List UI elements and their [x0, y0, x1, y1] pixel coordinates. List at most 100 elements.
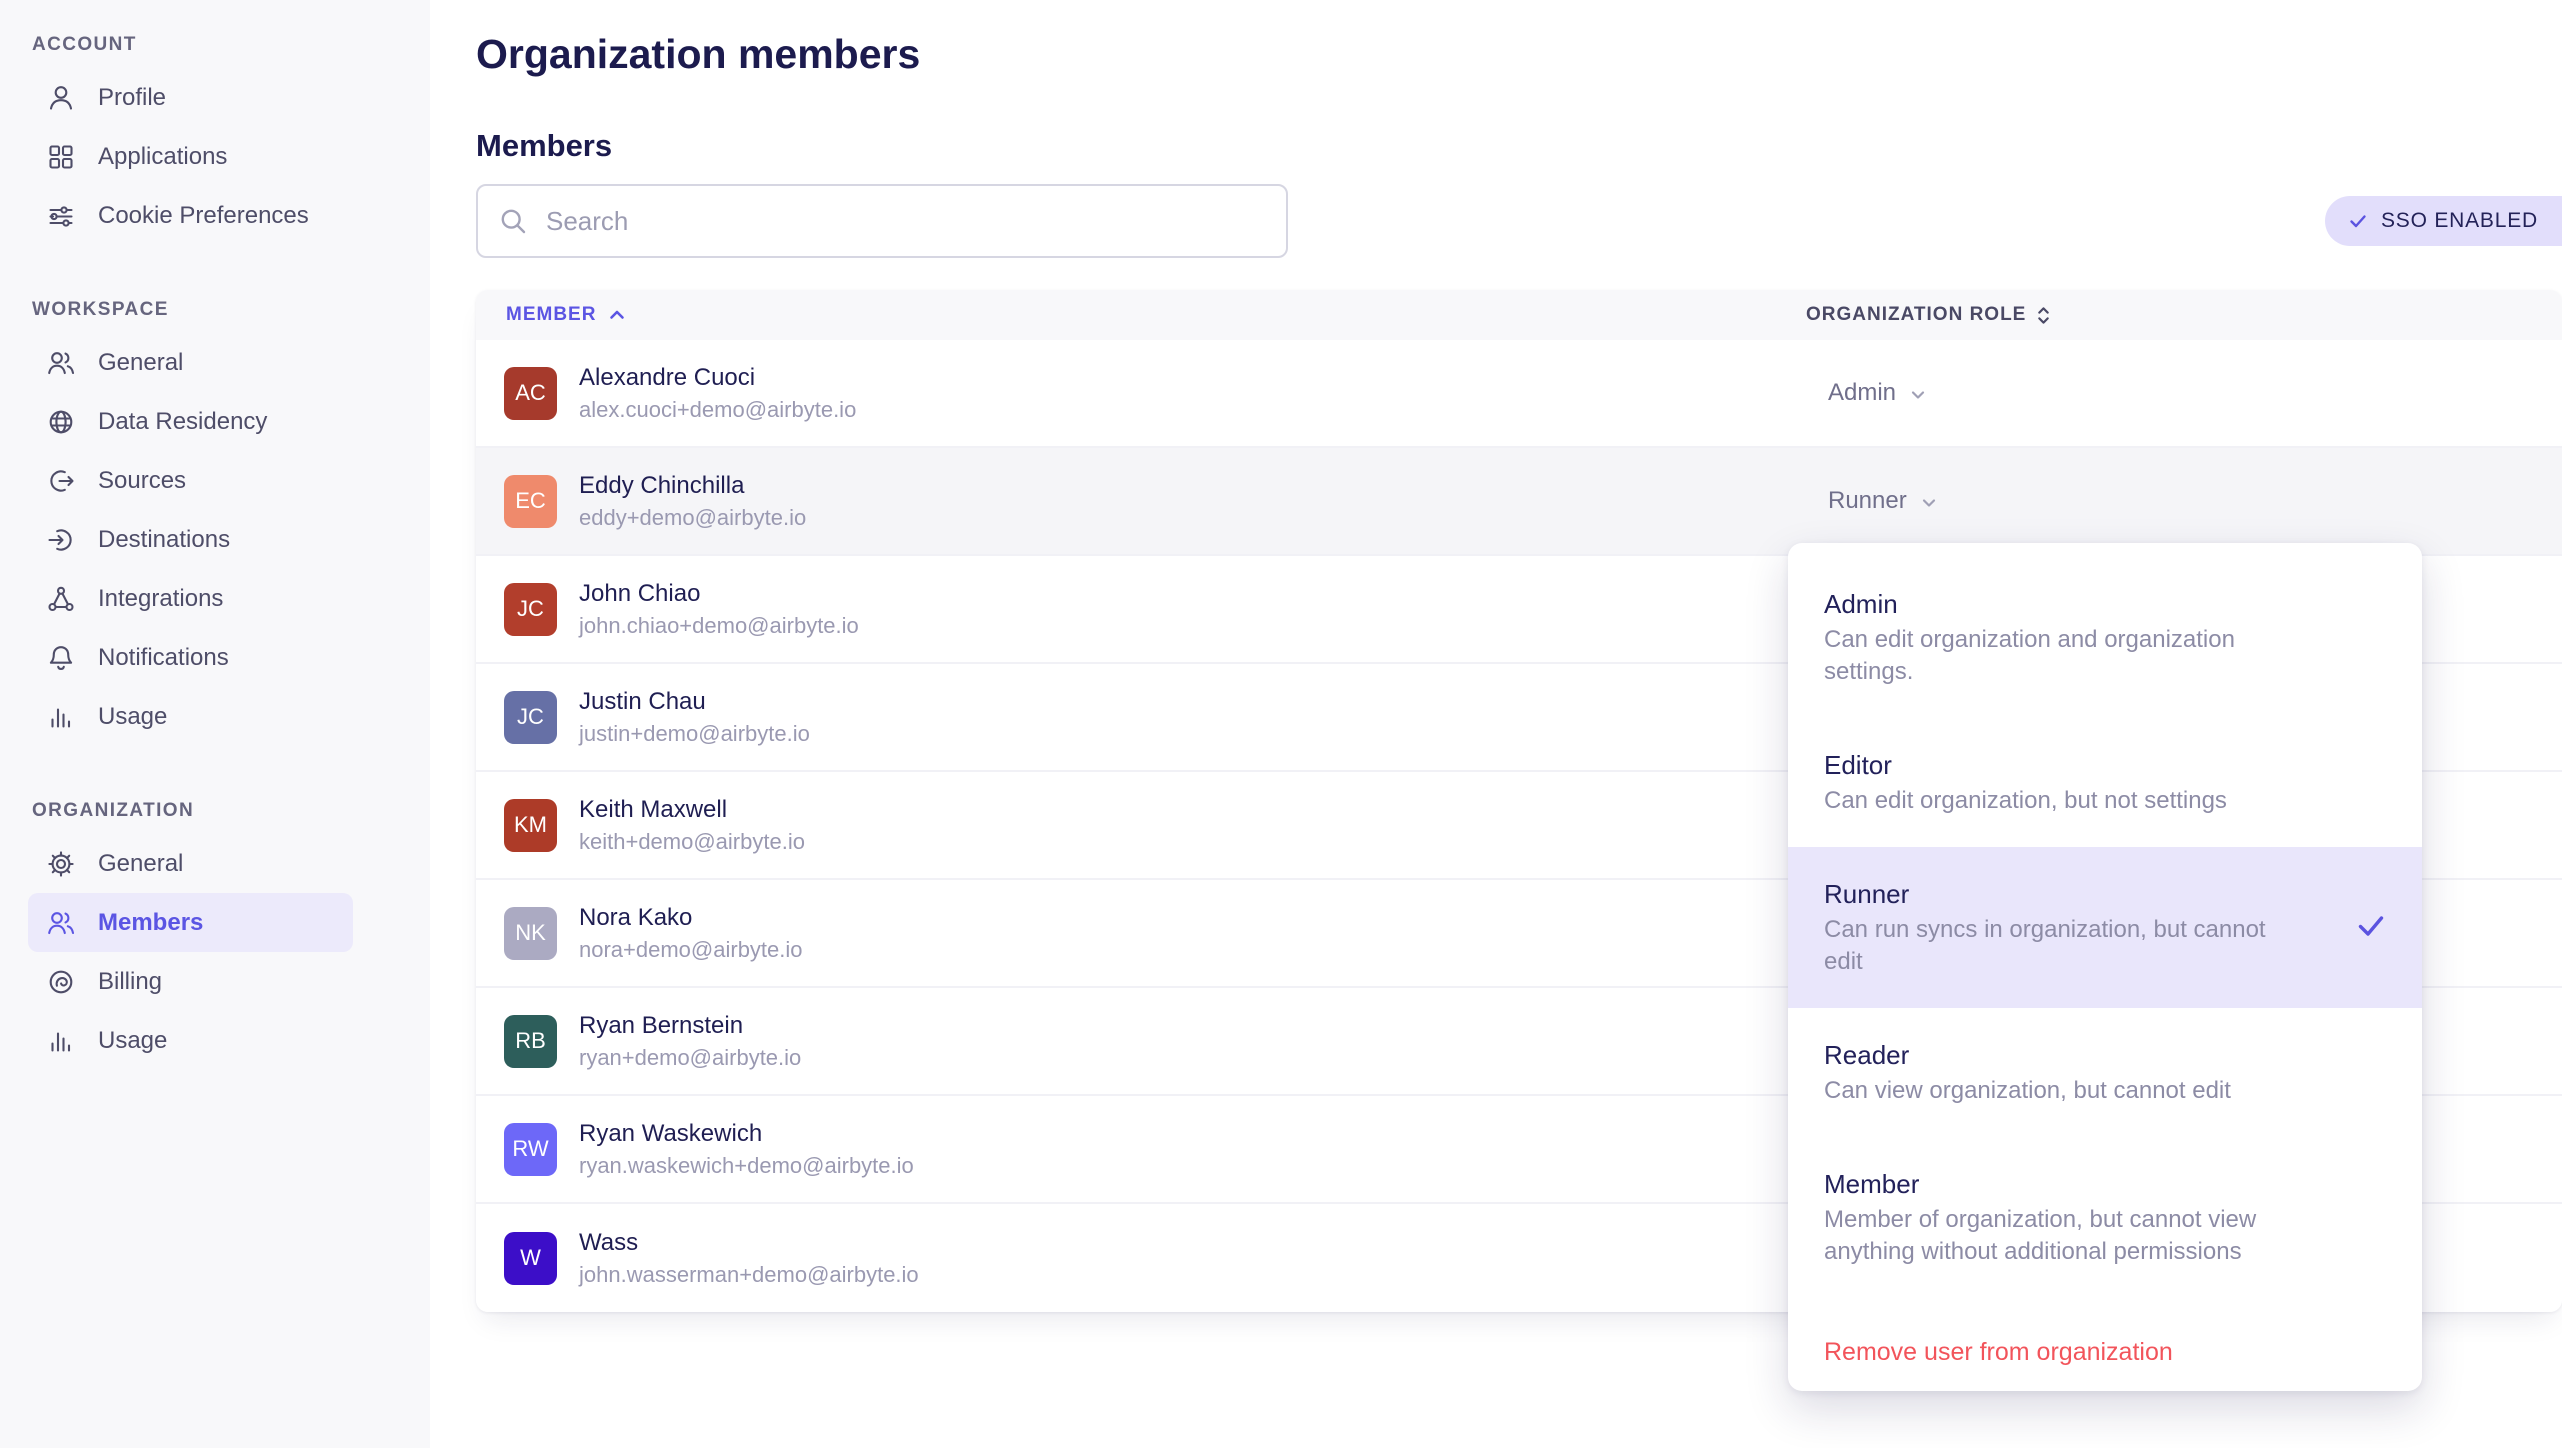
avatar: KM — [504, 799, 557, 852]
member-name: Alexandre Cuoci — [579, 363, 856, 393]
sidebar-item-members[interactable]: Members — [28, 893, 353, 952]
member-cell: RW Ryan Waskewich ryan.waskewich+demo@airb… — [476, 1119, 1806, 1179]
sidebar-section-label-workspace: WORKSPACE — [28, 299, 353, 321]
role-option-description: Can edit organization, but not settings — [1824, 785, 2269, 817]
role-option-editor[interactable]: EditorCan edit organization, but not set… — [1788, 718, 2422, 847]
member-cell: KMKeith Maxwellkeith+demo@airbyte.io — [476, 795, 1806, 855]
role-option-title: Member — [1824, 1167, 2386, 1201]
role-option-title: Admin — [1824, 587, 2386, 621]
user-icon — [46, 83, 76, 113]
member-email: eddy+demo@airbyte.io — [579, 505, 806, 531]
sidebar-item-label: Usage — [98, 1027, 167, 1055]
role-option-admin[interactable]: AdminCan edit organization and organizat… — [1788, 557, 2422, 718]
sidebar-item-label: Profile — [98, 84, 166, 112]
sidebar-section-label-account: ACCOUNT — [28, 34, 353, 56]
sidebar-item-cookie-preferences[interactable]: Cookie Preferences — [28, 186, 353, 245]
chevron-down-icon — [1908, 382, 1928, 405]
bell-icon — [46, 643, 76, 673]
billing-icon — [46, 967, 76, 997]
member-name: Keith Maxwell — [579, 795, 805, 825]
chart-icon — [46, 1026, 76, 1056]
role-option-runner[interactable]: RunnerCan run syncs in organization, but… — [1788, 847, 2422, 1008]
role-select-eddy-chinchilla[interactable]: Runner — [1806, 487, 1939, 515]
sidebar-item-sources[interactable]: Sources — [28, 451, 353, 510]
sidebar-item-profile[interactable]: Profile — [28, 68, 353, 127]
avatar: JC — [504, 691, 557, 744]
sidebar-item-integrations[interactable]: Integrations — [28, 569, 353, 628]
member-name: Eddy Chinchilla — [579, 471, 806, 501]
sso-enabled-badge: SSO ENABLED — [2325, 196, 2562, 246]
avatar: JC — [504, 583, 557, 636]
sidebar-item-label: Applications — [98, 143, 227, 171]
page-title: Organization members — [476, 28, 2562, 80]
member-name: John Chiao — [579, 579, 859, 609]
role-option-reader[interactable]: ReaderCan view organization, but cannot … — [1788, 1008, 2422, 1137]
search-box — [476, 184, 1288, 258]
member-email: alex.cuoci+demo@airbyte.io — [579, 397, 856, 423]
member-email: justin+demo@airbyte.io — [579, 721, 810, 747]
role-cell: Admin — [1806, 379, 2562, 407]
avatar: RB — [504, 1015, 557, 1068]
sso-badge-label: SSO ENABLED — [2381, 209, 2538, 233]
role-column-label: ORGANIZATION ROLE — [1806, 304, 2026, 326]
sidebar-item-notifications[interactable]: Notifications — [28, 628, 353, 687]
search-input[interactable] — [544, 205, 1266, 238]
users-icon — [46, 908, 76, 938]
role-option-description: Can view organization, but cannot edit — [1824, 1075, 2269, 1107]
avatar: EC — [504, 475, 557, 528]
sidebar-item-label: Cookie Preferences — [98, 202, 309, 230]
destination-icon — [46, 525, 76, 555]
gear-icon — [46, 849, 76, 879]
member-name: Ryan Waskewich — [579, 1119, 914, 1149]
column-header-organization-role[interactable]: ORGANIZATION ROLE — [1806, 304, 2562, 327]
members-heading: Members — [476, 128, 2562, 164]
sidebar-item-general[interactable]: General — [28, 834, 353, 893]
avatar: NK — [504, 907, 557, 960]
member-name: Justin Chau — [579, 687, 810, 717]
sidebar-item-applications[interactable]: Applications — [28, 127, 353, 186]
sidebar-item-usage[interactable]: Usage — [28, 687, 353, 746]
remove-user-button[interactable]: Remove user from organization — [1788, 1328, 2422, 1375]
member-email: ryan.waskewich+demo@airbyte.io — [579, 1153, 914, 1179]
sidebar-item-destinations[interactable]: Destinations — [28, 510, 353, 569]
role-value: Admin — [1828, 379, 1896, 407]
role-option-description: Can edit organization and organization s… — [1824, 624, 2269, 688]
users-icon — [46, 348, 76, 378]
sidebar-item-billing[interactable]: Billing — [28, 952, 353, 1011]
sidebar-item-usage[interactable]: Usage — [28, 1011, 353, 1070]
role-value: Runner — [1828, 487, 1907, 515]
globe-icon — [46, 407, 76, 437]
member-cell: WWassjohn.wasserman+demo@airbyte.io — [476, 1228, 1806, 1288]
member-name: Ryan Bernstein — [579, 1011, 801, 1041]
column-header-member[interactable]: MEMBER — [476, 304, 1806, 326]
sidebar-item-label: Integrations — [98, 585, 223, 613]
chart-icon — [46, 702, 76, 732]
integrations-icon — [46, 584, 76, 614]
sidebar-item-general[interactable]: General — [28, 333, 353, 392]
avatar: RW — [504, 1123, 557, 1176]
sidebar-item-label: Billing — [98, 968, 162, 996]
role-option-description: Member of organization, but cannot view … — [1824, 1204, 2269, 1268]
role-select-alexandre-cuoci[interactable]: Admin — [1806, 379, 1928, 407]
sort-icon — [2034, 304, 2053, 327]
sliders-icon — [46, 201, 76, 231]
sidebar-item-label: Notifications — [98, 644, 229, 672]
member-cell: RBRyan Bernsteinryan+demo@airbyte.io — [476, 1011, 1806, 1071]
sidebar-item-label: Members — [98, 909, 203, 937]
sort-ascending-icon — [606, 304, 628, 326]
member-email: john.wasserman+demo@airbyte.io — [579, 1262, 919, 1288]
settings-sidebar: ACCOUNT Profile Applications Cookie Prefere… — [0, 0, 430, 1448]
role-option-title: Editor — [1824, 748, 2386, 782]
source-icon — [46, 466, 76, 496]
table-header-row: MEMBER ORGANIZATION ROLE — [476, 290, 2562, 340]
member-row: EC Eddy Chinchilla eddy+demo@airbyte.io Run… — [476, 448, 2562, 556]
member-column-label: MEMBER — [506, 304, 596, 326]
selected-check-icon — [2354, 908, 2388, 947]
role-option-title: Reader — [1824, 1038, 2386, 1072]
search-icon — [498, 206, 528, 236]
sidebar-item-data-residency[interactable]: Data Residency — [28, 392, 353, 451]
check-icon — [2347, 210, 2369, 232]
sidebar-item-label: Usage — [98, 703, 167, 731]
avatar: AC — [504, 367, 557, 420]
role-option-member[interactable]: MemberMember of organization, but cannot… — [1788, 1137, 2422, 1298]
